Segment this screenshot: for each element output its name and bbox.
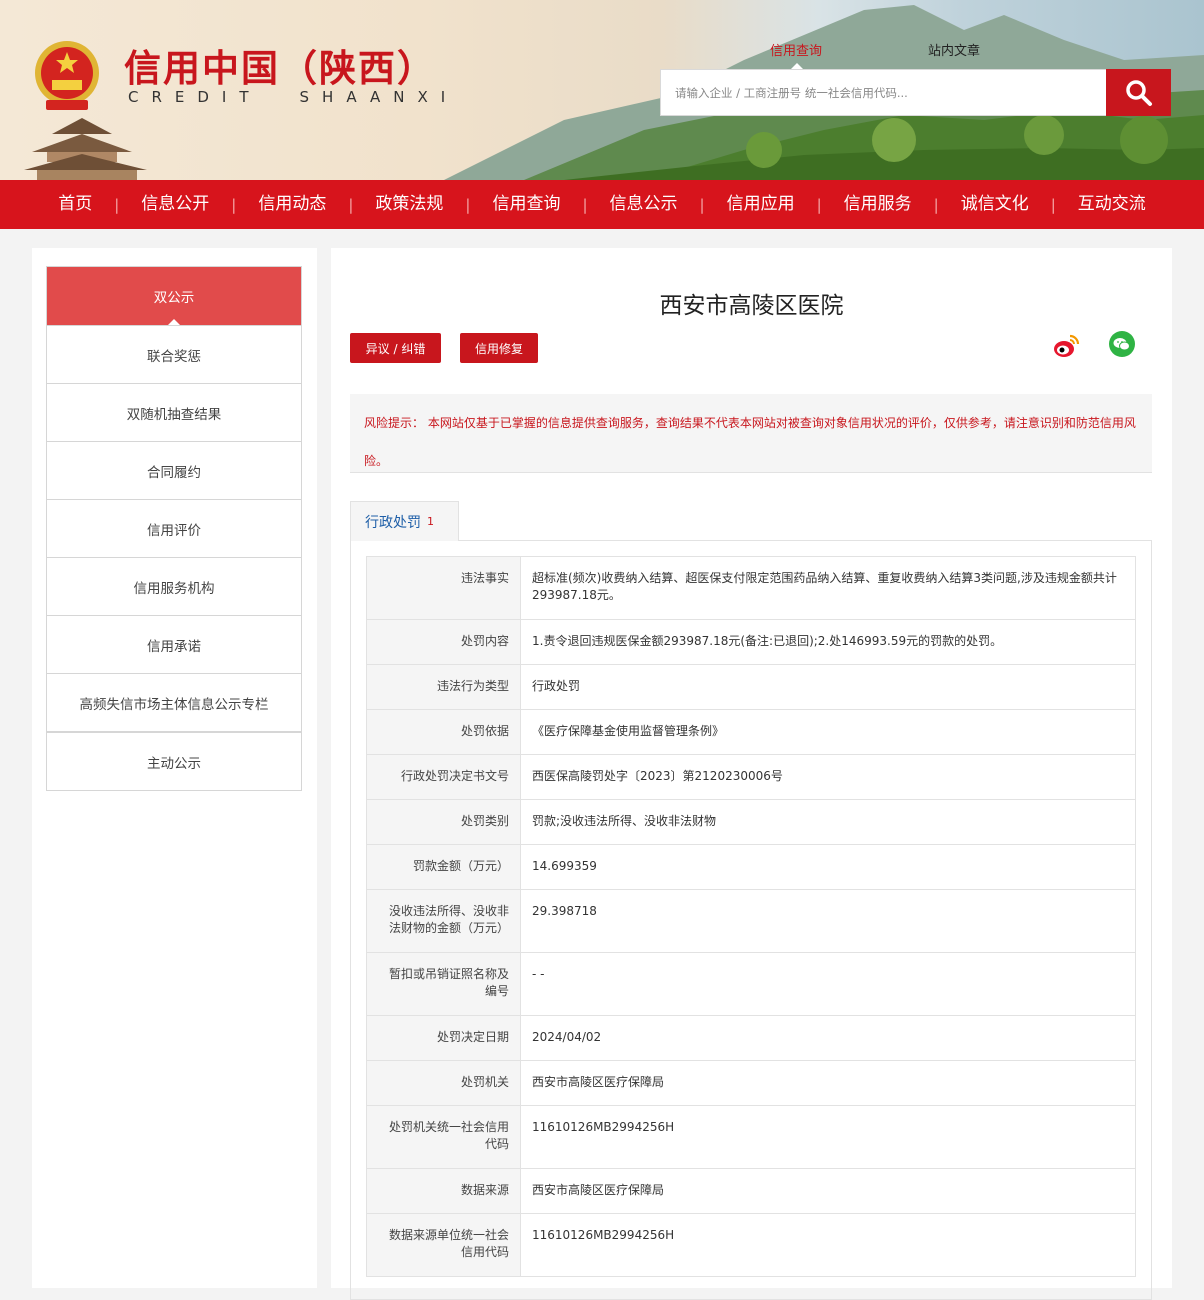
objection-button[interactable]: 异议 / 纠错 bbox=[350, 333, 441, 363]
field-value: 《医疗保障基金使用监督管理条例》 bbox=[520, 709, 1136, 755]
table-row: 没收违法所得、没收非法财物的金额（万元） 29.398718 bbox=[366, 889, 1136, 953]
search-placeholder: 请输入企业 / 工商注册号 统一社会信用代码... bbox=[675, 85, 908, 100]
table-row: 处罚类别 罚款;没收违法所得、没收非法财物 bbox=[366, 799, 1136, 845]
field-value: 2024/04/02 bbox=[520, 1015, 1136, 1061]
sidebar-item-double-publicity[interactable]: 双公示 bbox=[47, 267, 301, 326]
table-row: 暂扣或吊销证照名称及编号 - - bbox=[366, 952, 1136, 1016]
search-input[interactable]: 请输入企业 / 工商注册号 统一社会信用代码... bbox=[660, 69, 1107, 116]
national-emblem-icon bbox=[35, 41, 99, 110]
credit-repair-button[interactable]: 信用修复 bbox=[460, 333, 538, 363]
search-button[interactable] bbox=[1106, 69, 1171, 116]
sidebar-item-frequent-dishonest[interactable]: 高频失信市场主体信息公示专栏 bbox=[47, 673, 301, 731]
table-row: 行政处罚决定书文号 西医保高陵罚处字〔2023〕第2120230006号 bbox=[366, 754, 1136, 800]
sidebar-item-contract-performance[interactable]: 合同履约 bbox=[47, 441, 301, 499]
field-label: 违法行为类型 bbox=[366, 664, 521, 710]
field-value: 11610126MB2994256H bbox=[520, 1105, 1136, 1169]
sidebar-menu: 双公示 联合奖惩 双随机抽查结果 合同履约 信用评价 信用服务机构 信用承诺 高… bbox=[46, 266, 302, 791]
nav-item-info-open[interactable]: 信息公开 bbox=[119, 180, 231, 229]
search-icon bbox=[1125, 79, 1152, 106]
nav-item-home[interactable]: 首页 bbox=[36, 180, 114, 229]
entity-title: 西安市高陵区医院 bbox=[659, 293, 844, 319]
field-label: 违法事实 bbox=[366, 556, 521, 620]
field-label: 处罚依据 bbox=[366, 709, 521, 755]
tab-count-badge: 1 bbox=[427, 515, 434, 528]
field-value: 超标准(频次)收费纳入结算、超医保支付限定范围药品纳入结算、重复收费纳入结算3类… bbox=[520, 556, 1136, 620]
table-row: 处罚依据 《医疗保障基金使用监督管理条例》 bbox=[366, 709, 1136, 755]
field-label: 暂扣或吊销证照名称及编号 bbox=[366, 952, 521, 1016]
nav-item-interaction[interactable]: 互动交流 bbox=[1056, 180, 1168, 229]
search-tab-site-article[interactable]: 站内文章 bbox=[928, 40, 980, 59]
field-label: 处罚机关统一社会信用代码 bbox=[366, 1105, 521, 1169]
nav-item-info-publicity[interactable]: 信息公示 bbox=[588, 180, 700, 229]
field-value: 行政处罚 bbox=[520, 664, 1136, 710]
table-row: 数据来源 西安市高陵区医疗保障局 bbox=[366, 1168, 1136, 1214]
weibo-share-icon[interactable] bbox=[1052, 332, 1080, 360]
field-value: 14.699359 bbox=[520, 844, 1136, 890]
field-label: 行政处罚决定书文号 bbox=[366, 754, 521, 800]
field-label: 罚款金额（万元） bbox=[366, 844, 521, 890]
field-value: 西医保高陵罚处字〔2023〕第2120230006号 bbox=[520, 754, 1136, 800]
sidebar-item-random-inspection[interactable]: 双随机抽查结果 bbox=[47, 383, 301, 441]
field-label: 处罚类别 bbox=[366, 799, 521, 845]
nav-item-credit-query[interactable]: 信用查询 bbox=[470, 180, 582, 229]
search-tab-credit-query[interactable]: 信用查询 bbox=[770, 40, 822, 59]
field-value: 1.责令退回违规医保金额293987.18元(备注:已退回);2.处146993… bbox=[520, 619, 1136, 665]
table-row: 违法行为类型 行政处罚 bbox=[366, 664, 1136, 710]
main-nav: 首页 | 信息公开 | 信用动态 | 政策法规 | 信用查询 | 信息公示 | 信用应用 | … bbox=[0, 180, 1204, 229]
table-row: 处罚机关统一社会信用代码 11610126MB2994256H bbox=[366, 1105, 1136, 1169]
field-value: 11610126MB2994256H bbox=[520, 1213, 1136, 1277]
field-label: 数据来源 bbox=[366, 1168, 521, 1214]
field-label: 处罚内容 bbox=[366, 619, 521, 665]
sidebar-item-active-disclosure[interactable]: 主动公示 bbox=[47, 731, 301, 790]
sidebar-item-credit-commitment[interactable]: 信用承诺 bbox=[47, 615, 301, 673]
table-row: 处罚机关 西安市高陵区医疗保障局 bbox=[366, 1060, 1136, 1106]
nav-item-credit-news[interactable]: 信用动态 bbox=[236, 180, 348, 229]
sidebar-item-joint-rewards-punishments[interactable]: 联合奖惩 bbox=[47, 325, 301, 383]
nav-item-credit-service[interactable]: 信用服务 bbox=[822, 180, 934, 229]
table-row: 罚款金额（万元） 14.699359 bbox=[366, 844, 1136, 890]
sidebar-item-credit-service-agency[interactable]: 信用服务机构 bbox=[47, 557, 301, 615]
site-title: 信用中国（陕西） bbox=[124, 47, 436, 90]
nav-item-integrity-culture[interactable]: 诚信文化 bbox=[939, 180, 1051, 229]
tab-label: 行政处罚 bbox=[365, 514, 421, 531]
field-value: 西安市高陵区医疗保障局 bbox=[520, 1168, 1136, 1214]
pagoda-image bbox=[24, 118, 147, 180]
nav-item-credit-application[interactable]: 信用应用 bbox=[705, 180, 817, 229]
field-label: 数据来源单位统一社会信用代码 bbox=[366, 1213, 521, 1277]
penalty-detail-table: 违法事实 超标准(频次)收费纳入结算、超医保支付限定范围药品纳入结算、重复收费纳入… bbox=[366, 556, 1136, 1277]
wechat-share-icon[interactable] bbox=[1109, 331, 1135, 357]
subtitle-shaanxi: SHAANXI bbox=[299, 88, 459, 106]
field-value: 罚款;没收违法所得、没收非法财物 bbox=[520, 799, 1136, 845]
field-label: 处罚机关 bbox=[366, 1060, 521, 1106]
site-header: 信用中国（陕西） CREDIT SHAANXI 信用查询 站内文章 请输入企业 /… bbox=[0, 0, 1204, 180]
field-value: 29.398718 bbox=[520, 889, 1136, 953]
nav-item-policy[interactable]: 政策法规 bbox=[353, 180, 465, 229]
table-row: 处罚内容 1.责令退回违规医保金额293987.18元(备注:已退回);2.处14… bbox=[366, 619, 1136, 665]
field-label: 处罚决定日期 bbox=[366, 1015, 521, 1061]
field-value: 西安市高陵区医疗保障局 bbox=[520, 1060, 1136, 1106]
subtitle-credit: CREDIT bbox=[128, 88, 262, 106]
tab-administrative-penalty[interactable]: 行政处罚 1 bbox=[350, 501, 459, 541]
sidebar-item-credit-evaluation[interactable]: 信用评价 bbox=[47, 499, 301, 557]
table-row: 处罚决定日期 2024/04/02 bbox=[366, 1015, 1136, 1061]
field-label: 没收违法所得、没收非法财物的金额（万元） bbox=[366, 889, 521, 953]
table-row: 违法事实 超标准(频次)收费纳入结算、超医保支付限定范围药品纳入结算、重复收费纳入… bbox=[366, 556, 1136, 620]
table-row: 数据来源单位统一社会信用代码 11610126MB2994256H bbox=[366, 1213, 1136, 1277]
risk-notice: 风险提示： 本网站仅基于已掌握的信息提供查询服务，查询结果不代表本网站对被查询对… bbox=[350, 394, 1152, 473]
site-subtitle: CREDIT SHAANXI bbox=[128, 88, 458, 106]
field-value: - - bbox=[520, 952, 1136, 1016]
